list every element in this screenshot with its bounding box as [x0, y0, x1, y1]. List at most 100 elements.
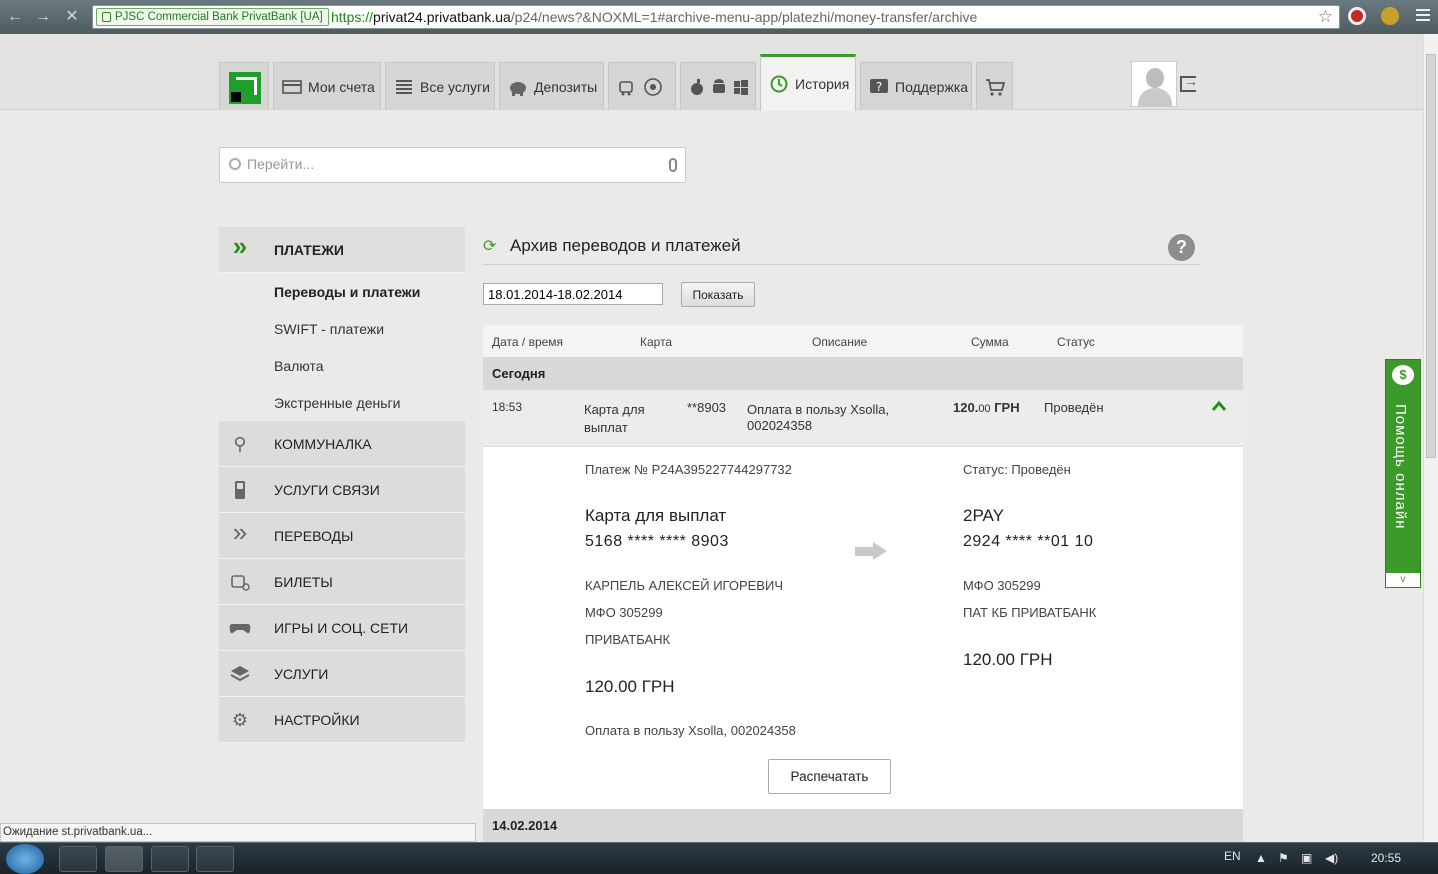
chrome-taskbar-icon[interactable]	[105, 846, 143, 872]
faucet-icon: ⚲	[233, 434, 247, 454]
tab-my-accounts[interactable]: Мои счета	[273, 62, 381, 110]
transfer-arrow-icon	[855, 542, 889, 560]
train-icon	[229, 572, 251, 592]
row-time: 18:53	[492, 400, 523, 414]
payment-status: Статус: Проведён	[963, 462, 1071, 477]
sidebar-item-transfers[interactable]: » ПЕРЕВОДЫ	[219, 513, 465, 559]
windows-taskbar: EN ▲ ⚑ ▣ ◀) 20:55	[0, 842, 1438, 874]
tab-cart[interactable]	[976, 62, 1013, 110]
double-chevron-icon: »	[232, 517, 248, 547]
list-icon	[394, 77, 414, 97]
sidebar-section-payments[interactable]: » ПЛАТЕЖИ	[219, 227, 465, 273]
recipient-title: 2PAY	[963, 506, 1004, 525]
browser-toolbar: ← → ✕ PJSC Commercial Bank PrivatBank [U…	[0, 0, 1438, 34]
payment-purpose: Оплата в пользу Xsolla, 002024358	[585, 723, 796, 738]
url-text[interactable]: https://privat24.privatbank.ua/p24/news?…	[331, 9, 977, 25]
table-row[interactable]: 18:53 Карта для выплат **8903 Оплата в п…	[483, 390, 1243, 447]
column-header-amount: Сумма	[971, 335, 1009, 349]
extension-icon[interactable]	[1381, 7, 1399, 25]
sidebar-subitem-emergency-money[interactable]: Экстренные деньги	[219, 384, 465, 421]
back-icon[interactable]: ←	[6, 8, 24, 26]
column-header-status: Статус	[1057, 335, 1095, 349]
collapse-chevron-icon[interactable]	[1211, 399, 1227, 416]
gear-icon: ⚙	[231, 710, 249, 730]
recipient-card-number: 2924 **** **01 10	[963, 533, 1094, 550]
user-avatar[interactable]	[1131, 61, 1177, 107]
language-indicator[interactable]: EN	[1224, 849, 1241, 863]
privatbank-logo[interactable]	[219, 62, 269, 110]
browser-status-bar: Ожидание st.privatbank.ua...	[0, 823, 476, 842]
sidebar-subitem-transfers-payments[interactable]: Переводы и платежи	[219, 273, 465, 310]
sidebar-item-utilities[interactable]: ⚲ КОММУНАЛКА	[219, 421, 465, 467]
sidebar-item-games-social[interactable]: ИГРЫ И СОЦ. СЕТИ	[219, 605, 465, 651]
browser-menu-icon[interactable]	[1416, 9, 1430, 21]
group-header-date: 14.02.2014	[483, 809, 1243, 842]
tab-all-services[interactable]: Все услуги	[385, 62, 495, 110]
row-card-name-line1: Карта для	[584, 402, 645, 417]
row-status: Проведён	[1044, 400, 1104, 415]
row-amount: 120.00 ГРН	[953, 400, 1020, 415]
online-help-widget[interactable]: $ Помощь онлайн v	[1385, 359, 1421, 588]
adblock-extension-icon[interactable]	[1348, 7, 1366, 25]
search-box	[219, 147, 686, 183]
piggy-bank-icon	[508, 77, 528, 97]
double-chevron-icon: »	[232, 231, 248, 261]
refresh-icon[interactable]: ⟳	[483, 236, 496, 256]
ev-certificate-badge[interactable]: PJSC Commercial Bank PrivatBank [UA]	[96, 8, 329, 26]
logout-icon[interactable]	[1180, 73, 1198, 92]
tab-deposits[interactable]: Депозиты	[499, 62, 604, 110]
page-header: ⟳ Архив переводов и платежей ?	[483, 227, 1200, 265]
row-description-line2: 002024358	[747, 418, 813, 433]
tab-transport-sports[interactable]	[608, 62, 676, 110]
tab-mobile-apps[interactable]	[680, 62, 756, 110]
sidebar: » ПЛАТЕЖИ Переводы и платежи SWIFT - пла…	[219, 227, 465, 743]
microphone-icon[interactable]	[669, 158, 677, 172]
row-card-mask: **8903	[687, 400, 727, 415]
train-icon	[617, 77, 637, 97]
volume-icon[interactable]: ◀)	[1325, 851, 1338, 865]
payment-details: Платеж № P24A395227744297732 Статус: Про…	[483, 447, 1243, 809]
chevron-down-icon: v	[1386, 573, 1420, 587]
sidebar-subitem-swift[interactable]: SWIFT - платежи	[219, 310, 465, 347]
address-bar[interactable]: PJSC Commercial Bank PrivatBank [UA] htt…	[92, 5, 1340, 29]
print-button[interactable]: Распечатать	[768, 759, 891, 794]
search-input[interactable]	[247, 156, 647, 172]
online-help-label: Помощь онлайн	[1392, 404, 1409, 530]
sidebar-item-services[interactable]: УСЛУГИ	[219, 651, 465, 697]
explorer-taskbar-icon[interactable]	[59, 846, 97, 872]
forward-icon[interactable]: →	[34, 8, 52, 26]
help-icon[interactable]: ?	[1168, 234, 1195, 261]
date-range-input[interactable]	[483, 283, 663, 305]
windows-icon	[733, 77, 749, 97]
clock[interactable]: 20:55	[1371, 851, 1401, 865]
android-icon	[711, 77, 727, 97]
sidebar-item-tickets[interactable]: БИЛЕТЫ	[219, 559, 465, 605]
sidebar-item-communication[interactable]: УСЛУГИ СВЯЗИ	[219, 467, 465, 513]
sender-card-title: Карта для выплат	[585, 506, 727, 525]
sidebar-item-settings[interactable]: ⚙ НАСТРОЙКИ	[219, 697, 465, 743]
apple-icon	[689, 77, 705, 97]
card-icon	[282, 77, 302, 97]
recipient-bank: ПАТ КБ ПРИВАТБАНК	[963, 605, 1097, 620]
skype-taskbar-icon[interactable]	[196, 846, 234, 872]
firefox-taskbar-icon[interactable]	[151, 846, 189, 872]
table-header: Дата / время Карта Описание Сумма Статус	[483, 325, 1243, 357]
flag-icon[interactable]: ⚑	[1278, 851, 1289, 865]
show-button[interactable]: Показать	[681, 282, 755, 307]
tab-support[interactable]: ? Поддержка	[860, 62, 972, 110]
bookmark-star-icon[interactable]: ☆	[1318, 7, 1333, 27]
payment-number: Платеж № P24A395227744297732	[585, 462, 792, 477]
network-icon[interactable]: ▣	[1301, 851, 1312, 865]
page: Мои счета Все услуги Депозиты История ? …	[0, 34, 1423, 842]
page-scrollbar[interactable]	[1423, 34, 1438, 842]
ball-icon	[643, 77, 663, 97]
sidebar-subitem-currency[interactable]: Валюта	[219, 347, 465, 384]
tray-expand-icon[interactable]: ▲	[1255, 851, 1267, 865]
page-title: Архив переводов и платежей	[510, 236, 741, 255]
column-header-datetime: Дата / время	[492, 335, 564, 349]
row-description-line1: Оплата в пользу Xsolla,	[747, 402, 890, 417]
start-button-icon[interactable]	[6, 844, 44, 874]
column-header-card: Карта	[640, 335, 673, 349]
stop-icon[interactable]: ✕	[63, 8, 81, 26]
tab-history[interactable]: История	[760, 54, 856, 111]
